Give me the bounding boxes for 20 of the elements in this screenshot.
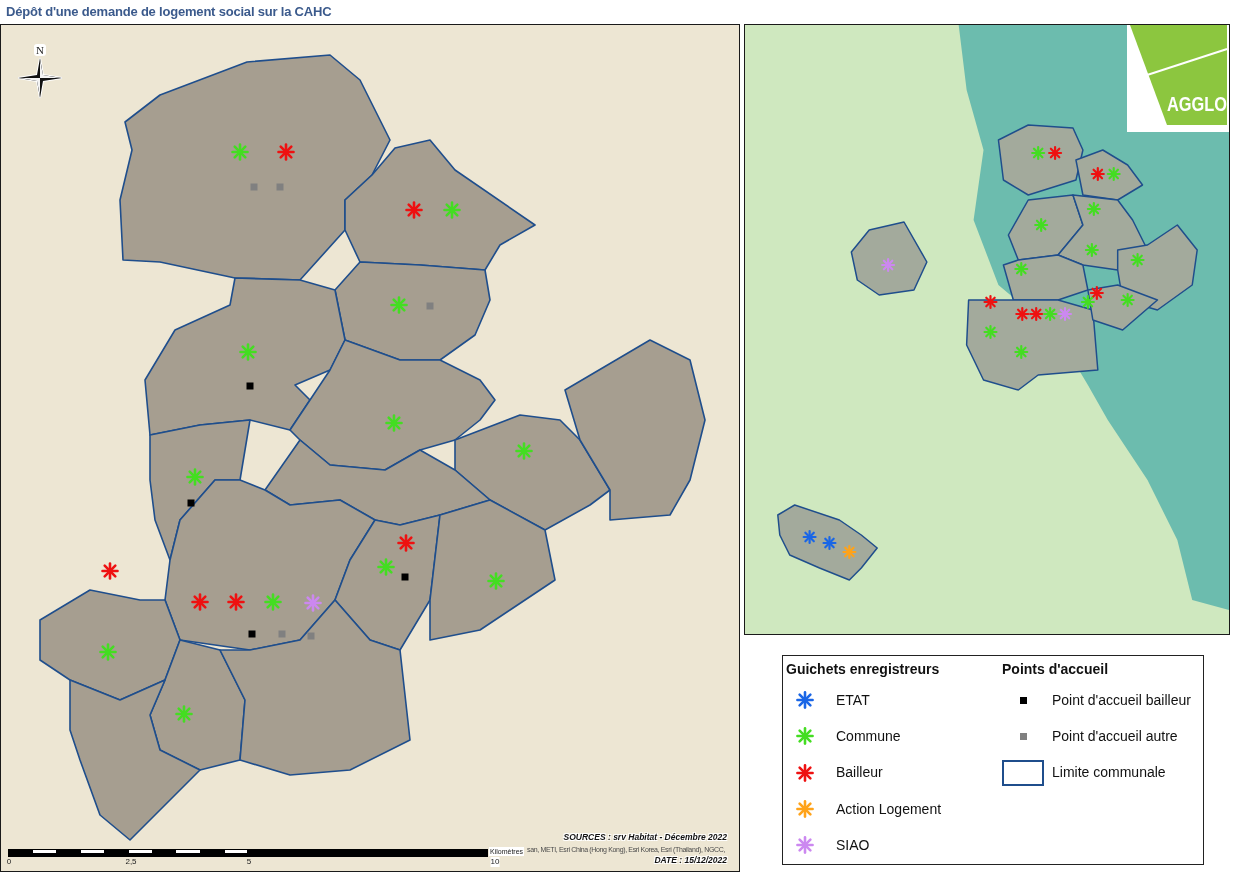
legend-heading: Points d'accueil [1002, 660, 1109, 678]
scale-label: 10 [490, 857, 500, 867]
logo: AGGLO [1127, 25, 1229, 132]
north-label: N [34, 44, 46, 56]
scale-label: 5 [246, 857, 252, 867]
legend-label: Action Logement [836, 800, 942, 818]
legend-label: SIAO [836, 836, 870, 854]
scale-label: 2,5 [125, 857, 137, 867]
date-text: DATE : 15/12/2022 [654, 855, 727, 866]
legend-label: ETAT [836, 691, 870, 709]
legend-heading: Guichets enregistreurs [786, 660, 940, 678]
legend-label: Point d'accueil autre [1052, 727, 1178, 745]
scale-label: 0 [6, 857, 12, 867]
legend-label: Limite communale [1052, 764, 1166, 782]
legend-label: Bailleur [836, 764, 883, 782]
sources-text: SOURCES : srv Habitat - Décembre 2022 [563, 832, 727, 843]
compass-star-icon [18, 58, 62, 98]
legend-label: Commune [836, 727, 901, 745]
page-title: Dépôt d'une demande de logement social sur la CAHC [6, 3, 332, 21]
legend-label: Point d'accueil bailleur [1052, 691, 1191, 709]
